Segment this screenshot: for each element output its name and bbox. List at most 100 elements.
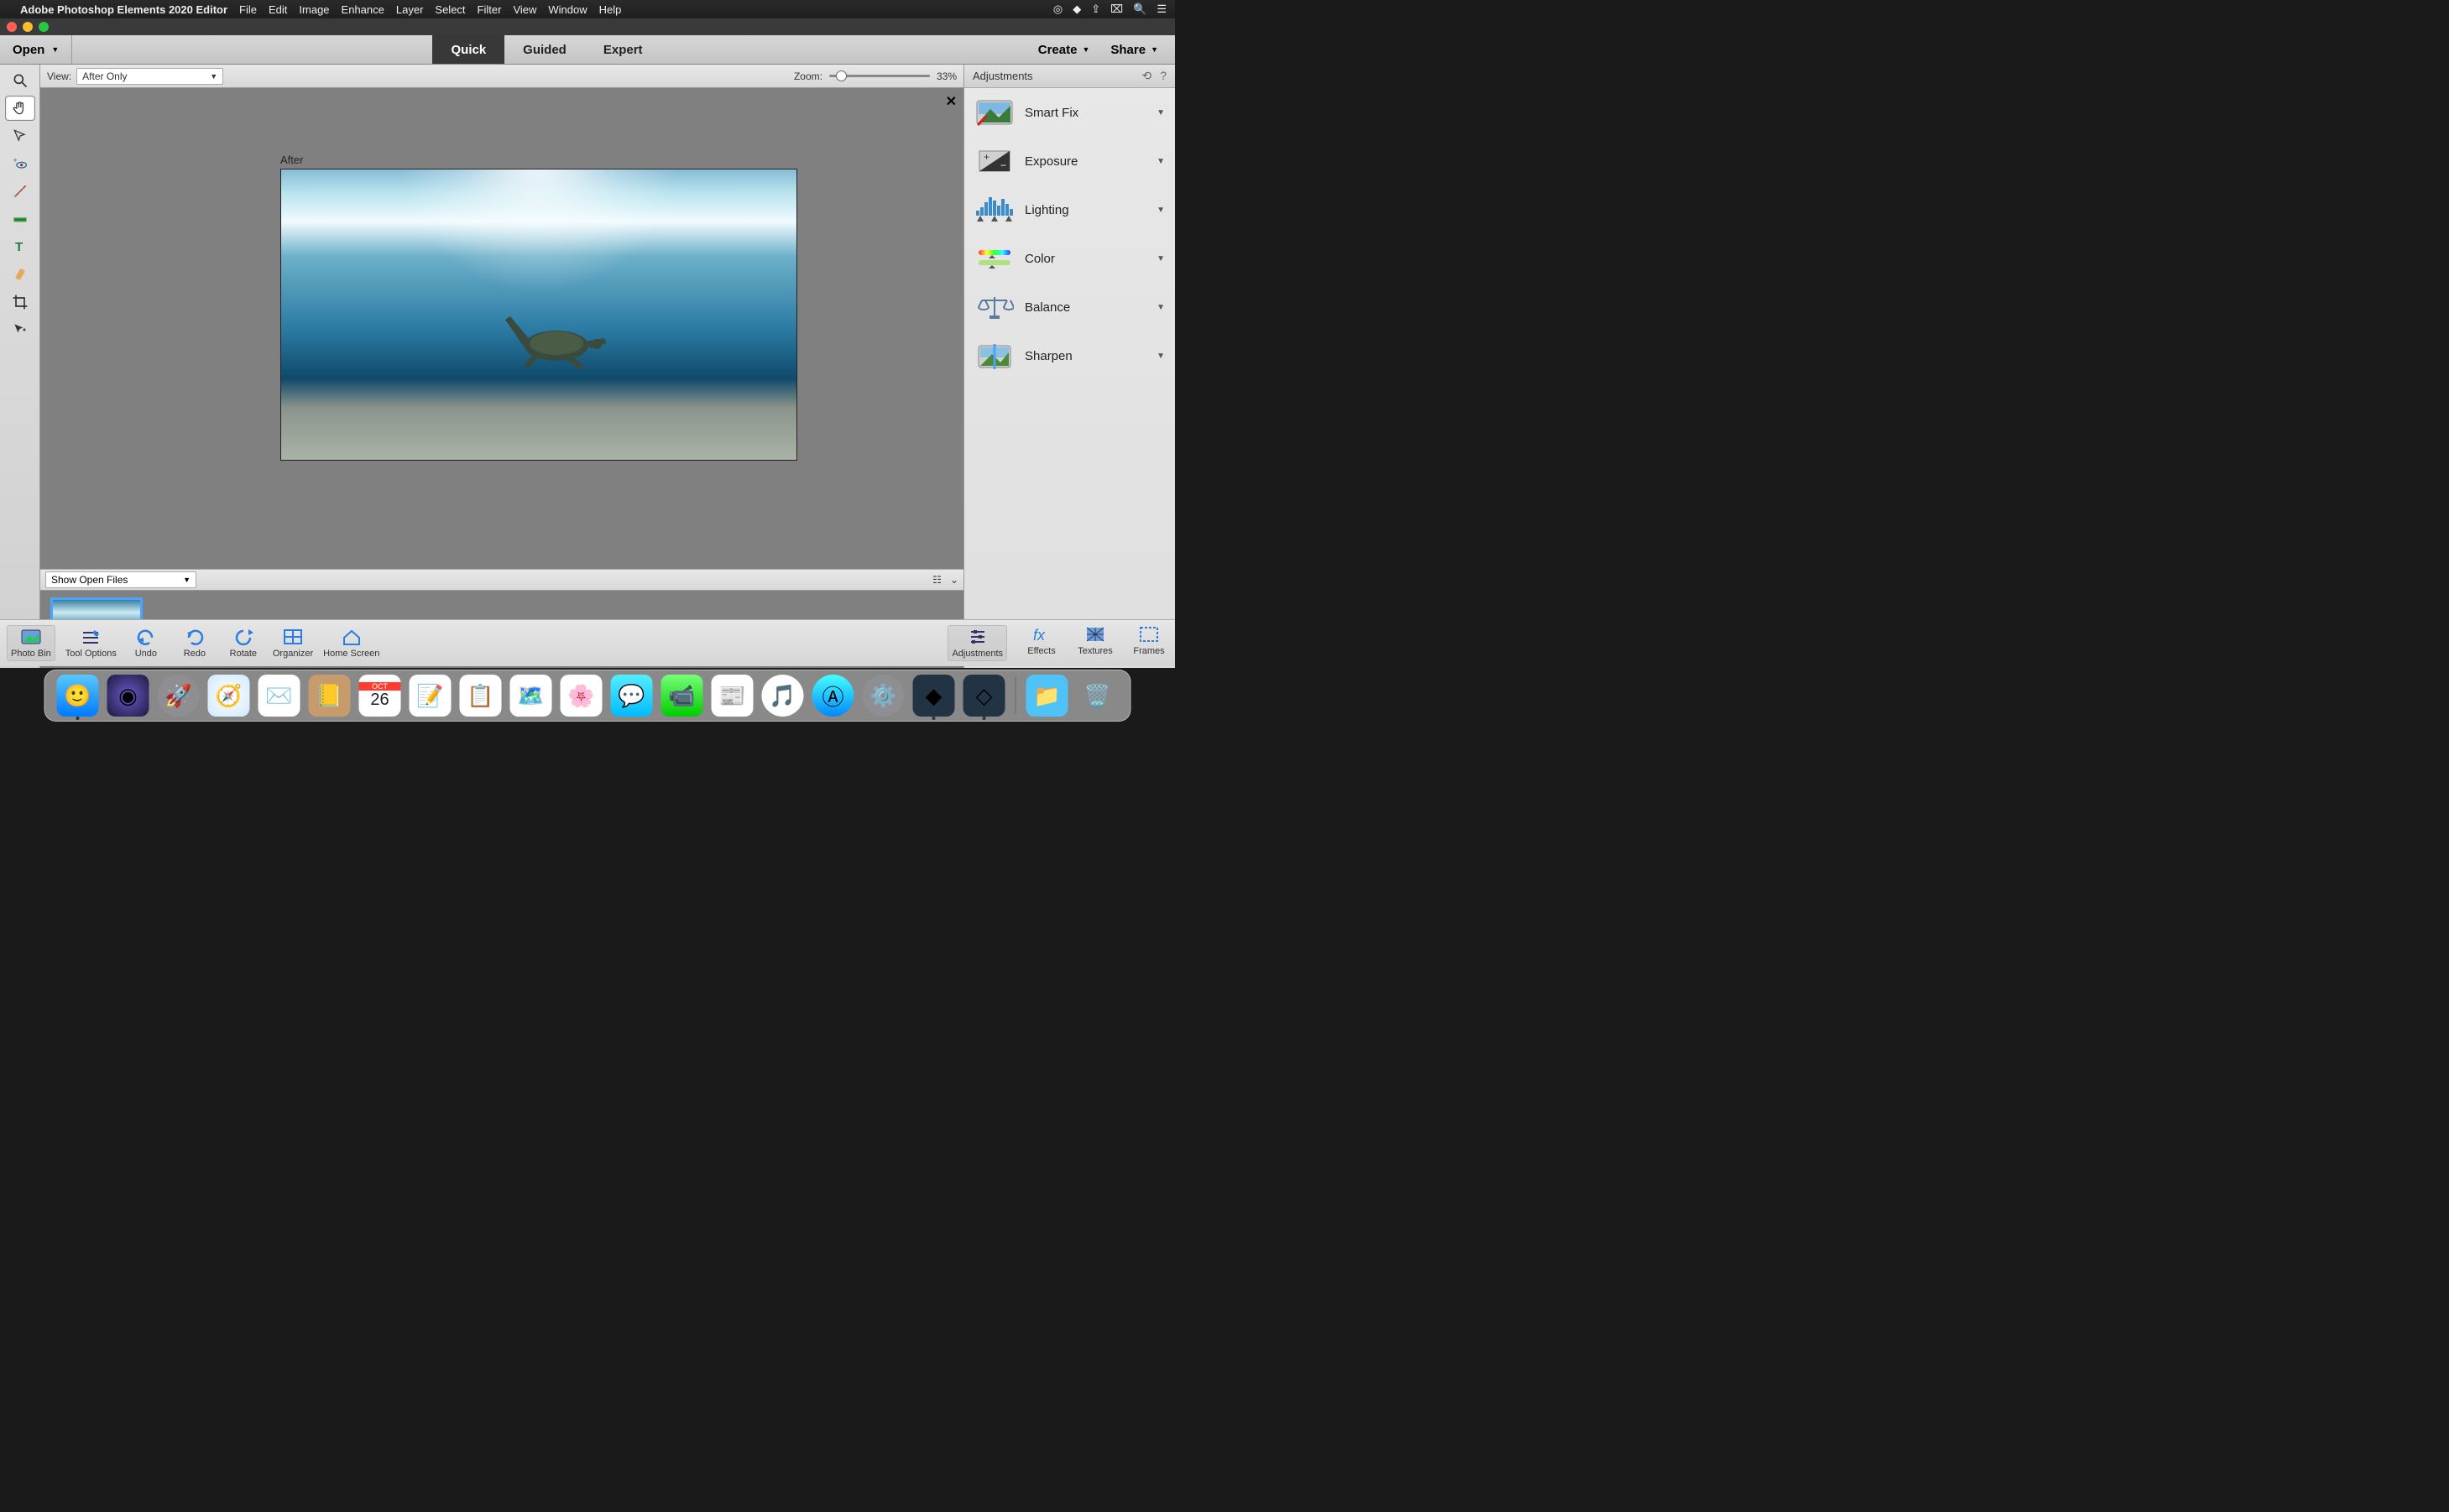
document-image[interactable] [280, 169, 797, 461]
options-bar: View: After Only ▼ Zoom: 33% [40, 65, 963, 88]
tab-guided[interactable]: Guided [504, 35, 585, 64]
adjustment-lighting[interactable]: Lighting ▼ [971, 194, 1168, 226]
quick-selection-tool[interactable] [5, 123, 35, 149]
adjustment-smart-fix[interactable]: Smart Fix ▼ [971, 96, 1168, 128]
dock-pse-editor[interactable]: ◇ [963, 675, 1005, 717]
close-document-button[interactable]: ✕ [946, 93, 957, 110]
type-tool[interactable]: T [5, 234, 35, 259]
window-titlebar [0, 18, 1175, 35]
adjustment-color[interactable]: Color ▼ [971, 242, 1168, 274]
spotlight-icon[interactable]: 🔍 [1133, 3, 1146, 16]
dock-music[interactable]: 🎵 [762, 675, 804, 717]
menu-image[interactable]: Image [299, 3, 329, 16]
view-dropdown[interactable]: After Only ▼ [76, 68, 223, 85]
bin-collapse-icon[interactable]: ⌄ [950, 574, 958, 586]
taskbar-textures[interactable]: Textures [1076, 625, 1115, 661]
dock-reminders[interactable]: 📋 [460, 675, 502, 717]
turtle-graphic [489, 308, 624, 379]
adjustment-exposure[interactable]: +− Exposure ▼ [971, 145, 1168, 177]
mode-tabs: Quick Guided Expert [432, 35, 661, 64]
dock-siri[interactable]: ◉ [107, 675, 149, 717]
app-title[interactable]: Adobe Photoshop Elements 2020 Editor [20, 3, 227, 16]
dock-facetime[interactable]: 📹 [661, 675, 703, 717]
taskbar-organizer[interactable]: Organizer [273, 628, 313, 659]
tab-expert[interactable]: Expert [585, 35, 661, 64]
menu-filter[interactable]: Filter [478, 3, 502, 16]
control-center-icon[interactable]: ☰ [1157, 3, 1167, 16]
menu-enhance[interactable]: Enhance [342, 3, 384, 16]
hand-tool[interactable] [5, 96, 35, 121]
chevron-down-icon: ▼ [1157, 303, 1165, 312]
canvas-area[interactable]: ✕ After [40, 88, 963, 569]
taskbar-frames[interactable]: Frames [1130, 625, 1168, 661]
dock-calendar[interactable]: OCT 26 [359, 675, 401, 717]
menu-edit[interactable]: Edit [269, 3, 287, 16]
chevron-down-icon: ▼ [1157, 157, 1165, 166]
menu-layer[interactable]: Layer [396, 3, 424, 16]
adjustments-title: Adjustments [973, 70, 1033, 82]
act-label: Redo [184, 649, 206, 659]
zoom-tool[interactable] [5, 68, 35, 93]
photo-bin-dropdown[interactable]: Show Open Files ▼ [45, 571, 196, 588]
dock-finder[interactable]: 🙂 [57, 675, 99, 717]
taskbar-tool-options[interactable]: Tool Options [65, 628, 117, 659]
whiten-teeth-tool[interactable] [5, 179, 35, 204]
dock-pse-organizer[interactable]: ◆ [913, 675, 955, 717]
dock-mail[interactable]: ✉️ [258, 675, 300, 717]
taskbar-undo[interactable]: Undo [127, 628, 165, 659]
adjustments-header: Adjustments ⟲ ? [964, 65, 1175, 88]
move-tool[interactable] [5, 317, 35, 342]
spot-healing-tool[interactable] [5, 262, 35, 287]
dock-safari[interactable]: 🧭 [208, 675, 250, 717]
dock-settings[interactable]: ⚙️ [863, 675, 905, 717]
taskbar-rotate[interactable]: Rotate [224, 628, 263, 659]
crop-tool[interactable] [5, 289, 35, 315]
redeye-tool[interactable]: + [5, 151, 35, 176]
window-zoom-button[interactable] [39, 22, 49, 32]
taskbar-redo[interactable]: Redo [175, 628, 214, 659]
chevron-down-icon: ▼ [1082, 45, 1089, 54]
menu-file[interactable]: File [239, 3, 257, 16]
window-close-button[interactable] [7, 22, 17, 32]
menu-select[interactable]: Select [435, 3, 465, 16]
dock-news[interactable]: 📰 [712, 675, 754, 717]
taskbar-adjustments[interactable]: Adjustments [948, 625, 1007, 661]
taskbar-effects[interactable]: fx Effects [1022, 625, 1061, 661]
dock-photos[interactable]: 🌸 [561, 675, 603, 717]
zoom-slider[interactable] [829, 75, 930, 77]
window-minimize-button[interactable] [23, 22, 33, 32]
taskbar-home-screen[interactable]: Home Screen [323, 628, 379, 659]
dock-maps[interactable]: 🗺️ [510, 675, 552, 717]
share-menu-button[interactable]: Share ▼ [1102, 43, 1167, 57]
tab-quick[interactable]: Quick [432, 35, 504, 64]
menu-help[interactable]: Help [599, 3, 622, 16]
dock-downloads[interactable]: 📁 [1026, 675, 1068, 717]
open-menu-button[interactable]: Open ▼ [0, 35, 72, 64]
dock-launchpad[interactable]: 🚀 [158, 675, 200, 717]
dock-messages[interactable]: 💬 [611, 675, 653, 717]
adjustment-sharpen[interactable]: Sharpen ▼ [971, 340, 1168, 372]
display-icon[interactable]: ⌧ [1110, 3, 1123, 16]
help-icon[interactable]: ? [1160, 69, 1167, 83]
menu-view[interactable]: View [513, 3, 536, 16]
dock-trash[interactable]: 🗑️ [1077, 675, 1119, 717]
menu-window[interactable]: Window [548, 3, 587, 16]
straighten-tool[interactable] [5, 206, 35, 232]
zoom-slider-knob[interactable] [836, 70, 847, 81]
adjustment-balance[interactable]: Balance ▼ [971, 291, 1168, 323]
dock-notes[interactable]: 📝 [410, 675, 452, 717]
airdrop-icon[interactable]: ⇪ [1091, 3, 1100, 16]
taskbar-photo-bin[interactable]: Photo Bin [7, 625, 55, 661]
chevron-down-icon: ▼ [210, 72, 217, 81]
dock-contacts[interactable]: 📒 [309, 675, 351, 717]
notification-icon[interactable]: ◆ [1073, 3, 1081, 16]
adj-label: Sharpen [1025, 349, 1146, 363]
taskbar-right-group: Adjustments fx Effects Textures Frames [948, 625, 1168, 661]
bin-list-icon[interactable]: ☷ [932, 574, 942, 586]
color-icon [974, 242, 1015, 274]
reset-icon[interactable]: ⟲ [1141, 69, 1151, 83]
create-menu-button[interactable]: Create ▼ [1030, 43, 1099, 57]
calendar-month: OCT [359, 682, 401, 691]
cc-icon[interactable]: ◎ [1053, 3, 1063, 16]
dock-appstore[interactable]: Ⓐ [812, 675, 854, 717]
